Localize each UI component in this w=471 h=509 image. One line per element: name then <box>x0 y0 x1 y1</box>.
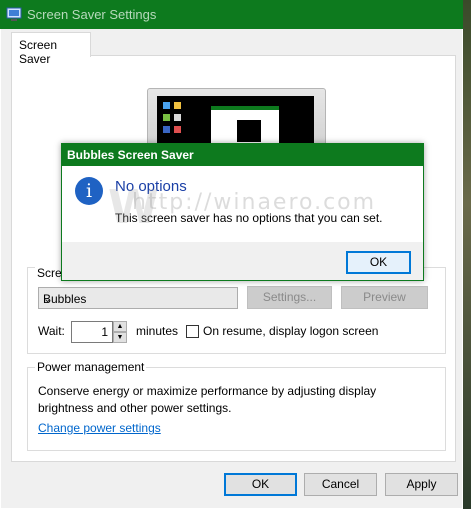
desktop-icon <box>174 114 181 121</box>
wait-label: Wait: <box>38 324 65 338</box>
info-icon: i <box>75 177 103 205</box>
screen-saver-select[interactable]: Bubbles ⌄ <box>38 287 238 309</box>
preview-mini-content <box>237 120 261 142</box>
tab-label: Screen Saver <box>19 38 58 66</box>
minutes-label: minutes <box>136 324 179 338</box>
message-box-title-bar[interactable]: Bubbles Screen Saver <box>62 144 423 166</box>
preview-button[interactable]: Preview <box>341 286 428 309</box>
chevron-down-icon: ⌄ <box>43 293 53 305</box>
resume-logon-checkbox[interactable] <box>186 325 199 338</box>
screen-saver-icon <box>6 7 22 21</box>
desktop-background <box>463 0 471 509</box>
desktop-icon <box>174 102 181 109</box>
message-box-title: Bubbles Screen Saver <box>67 148 194 162</box>
resume-logon-label[interactable]: On resume, display logon screen <box>203 324 378 338</box>
power-description: Conserve energy or maximize performance … <box>38 384 377 415</box>
desktop-icon <box>174 126 181 133</box>
wait-minutes-input[interactable]: 1 <box>71 321 113 343</box>
spin-down-button[interactable]: ▼ <box>113 332 127 343</box>
cancel-button[interactable]: Cancel <box>304 473 377 496</box>
message-ok-button[interactable]: OK <box>346 251 411 274</box>
desktop-icon <box>163 114 170 121</box>
change-power-settings-link[interactable]: Change power settings <box>38 421 161 435</box>
ok-button[interactable]: OK <box>224 473 297 496</box>
apply-button[interactable]: Apply <box>385 473 458 496</box>
title-bar[interactable]: Screen Saver Settings <box>0 0 463 29</box>
spin-up-button[interactable]: ▲ <box>113 321 127 332</box>
window-title: Screen Saver Settings <box>27 7 157 22</box>
watermark-text: http://winaero.com <box>132 190 377 215</box>
tab-screen-saver[interactable]: Screen Saver <box>11 32 91 66</box>
desktop-icon <box>163 126 170 133</box>
settings-button[interactable]: Settings... <box>247 286 332 309</box>
power-management-label: Power management <box>35 360 147 374</box>
desktop-icon <box>163 102 170 109</box>
